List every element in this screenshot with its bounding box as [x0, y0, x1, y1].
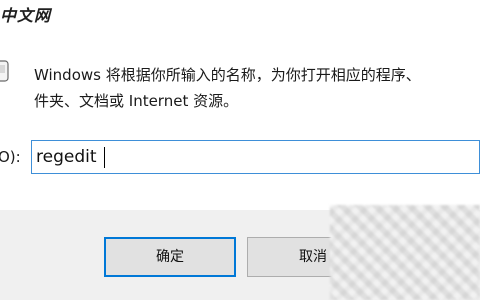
run-program-icon	[0, 60, 9, 82]
text-caret	[104, 147, 105, 168]
title-bar: 中文网	[0, 0, 480, 30]
site-watermark: 中文网	[0, 6, 52, 25]
dialog-message-line-2: 件夹、文档或 Internet 资源。	[34, 92, 239, 110]
open-label: O):	[0, 148, 21, 166]
watermark-noise	[330, 205, 480, 300]
ok-button[interactable]: 确定	[104, 237, 236, 277]
dialog-message: Windows 将根据你所输入的名称，为你打开相应的程序、 件夹、文档或 Int…	[34, 62, 480, 114]
open-input[interactable]	[31, 140, 480, 174]
dialog-message-line-1: Windows 将根据你所输入的名称，为你打开相应的程序、	[34, 66, 421, 84]
